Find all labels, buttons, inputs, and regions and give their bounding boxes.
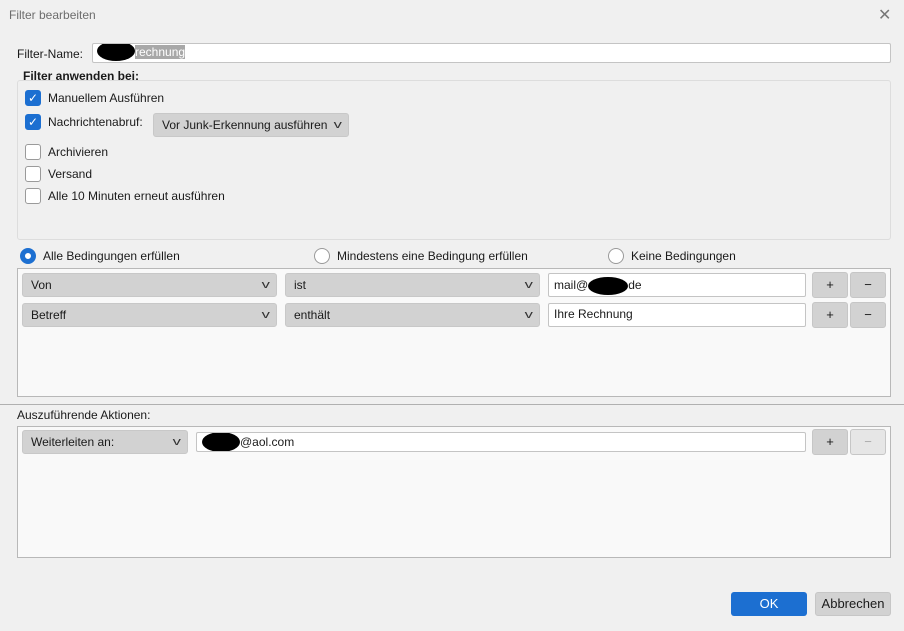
chevron-down-icon: v — [524, 279, 533, 291]
condition-operator-select[interactable]: ist v — [285, 273, 540, 297]
add-condition-button[interactable]: + — [812, 272, 848, 298]
add-condition-button[interactable]: + — [812, 302, 848, 328]
chevron-down-icon: v — [172, 436, 181, 448]
ok-button[interactable]: OK — [731, 592, 807, 616]
condition-field-select[interactable]: Betreff v — [22, 303, 277, 327]
chevron-down-icon: v — [261, 279, 270, 291]
action-value-input[interactable]: @aol.com — [196, 432, 806, 452]
filter-name-label: Filter-Name: — [17, 47, 84, 61]
remove-action-button[interactable]: − — [850, 429, 886, 455]
chevron-down-icon: v — [524, 309, 533, 321]
redacted-blob — [588, 277, 629, 295]
chevron-down-icon: v — [333, 119, 342, 131]
actions-label: Auszuführende Aktionen: — [17, 408, 151, 422]
filter-name-input[interactable]: rechnung — [92, 43, 891, 63]
add-action-button[interactable]: + — [812, 429, 848, 455]
periodic-checkbox[interactable]: Alle 10 Minuten erneut ausführen — [25, 188, 225, 204]
radio-match-all[interactable]: Alle Bedingungen erfüllen — [20, 248, 180, 264]
redacted-blob — [97, 44, 135, 61]
condition-operator-select[interactable]: enthält v — [285, 303, 540, 327]
condition-value-input[interactable]: Ihre Rechnung — [548, 303, 806, 327]
archive-checkbox[interactable]: Archivieren — [25, 144, 108, 160]
check-icon: ✓ — [25, 114, 41, 130]
condition-field-select[interactable]: Von v — [22, 273, 277, 297]
cancel-button[interactable]: Abbrechen — [815, 592, 891, 616]
redacted-blob — [202, 433, 240, 451]
fetch-checkbox[interactable]: ✓ Nachrichtenabruf: — [25, 114, 143, 130]
manual-checkbox[interactable]: ✓ Manuellem Ausführen — [25, 90, 164, 106]
check-icon: ✓ — [25, 90, 41, 106]
send-checkbox[interactable]: Versand — [25, 166, 92, 182]
dialog-title: Filter bearbeiten — [9, 8, 96, 22]
radio-match-any[interactable]: Mindestens eine Bedingung erfüllen — [314, 248, 528, 264]
divider — [0, 404, 904, 405]
remove-condition-button[interactable]: − — [850, 302, 886, 328]
fetch-timing-dropdown[interactable]: Vor Junk-Erkennung ausführen v — [153, 113, 349, 137]
action-type-select[interactable]: Weiterleiten an: v — [22, 430, 188, 454]
chevron-down-icon: v — [261, 309, 270, 321]
condition-value-input[interactable]: mail@ de — [548, 273, 806, 297]
close-icon[interactable]: ✕ — [878, 5, 891, 25]
radio-match-none[interactable]: Keine Bedingungen — [608, 248, 736, 264]
remove-condition-button[interactable]: − — [850, 272, 886, 298]
